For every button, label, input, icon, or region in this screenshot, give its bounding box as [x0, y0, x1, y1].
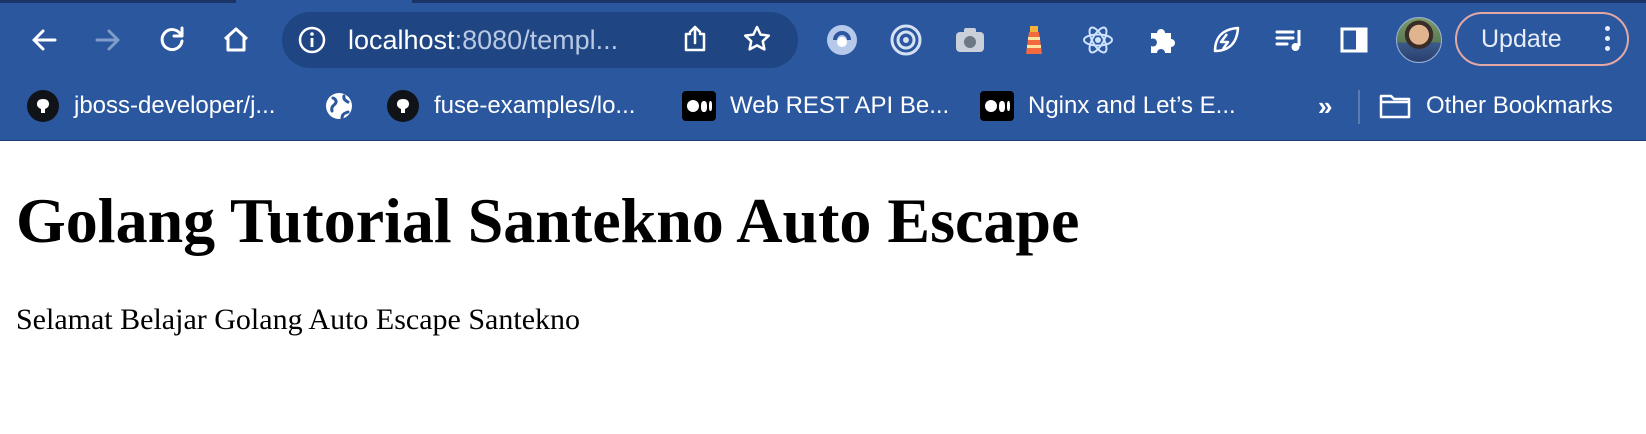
- home-button[interactable]: [216, 20, 256, 60]
- other-bookmarks-label: Other Bookmarks: [1426, 92, 1613, 119]
- folder-icon: [1378, 89, 1412, 123]
- bookmark-item[interactable]: fuse-examples/lo...: [386, 88, 635, 124]
- share-icon: [684, 25, 706, 52]
- star-icon: [743, 25, 771, 51]
- swirl-extension-icon: [827, 25, 857, 55]
- reload-icon: [160, 26, 184, 51]
- github-icon: [26, 89, 60, 123]
- lighthouse-extension-button[interactable]: [1014, 20, 1054, 60]
- kebab-menu-icon[interactable]: [1605, 26, 1611, 56]
- bookmark-item[interactable]: [322, 88, 370, 124]
- media-queue-icon: [1275, 30, 1301, 51]
- leaf-extension-icon: [1213, 26, 1240, 53]
- bookmark-item[interactable]: Web REST API Be...: [682, 88, 949, 124]
- page-heading: Golang Tutorial Santekno Auto Escape: [16, 185, 1080, 256]
- bookmark-item[interactable]: Nginx and Let’s E...: [980, 88, 1236, 124]
- leaf-extension-button[interactable]: [1206, 20, 1246, 60]
- bookmark-label: fuse-examples/lo...: [434, 92, 636, 119]
- bookmarks-overflow-chevron[interactable]: »: [1318, 88, 1332, 124]
- tab-strip-edge: [0, 0, 236, 3]
- arrow-left-icon: [32, 29, 57, 51]
- react-extension-button[interactable]: [1078, 20, 1118, 60]
- update-button-label: Update: [1481, 25, 1562, 53]
- github-icon: [386, 89, 420, 123]
- url-host: localhost: [348, 25, 455, 55]
- arrow-right-icon: [95, 29, 120, 51]
- bookmark-label: jboss-developer/j...: [74, 92, 276, 119]
- reload-button[interactable]: [152, 20, 192, 60]
- info-icon: [298, 26, 326, 54]
- media-queue-button[interactable]: [1270, 20, 1310, 60]
- toolbar-divider: [0, 140, 1646, 141]
- url-path: :8080/templ...: [454, 25, 619, 55]
- bookmark-item[interactable]: jboss-developer/j...: [26, 88, 275, 124]
- page-paragraph: Selamat Belajar Golang Auto Escape Sante…: [16, 303, 581, 336]
- target-extension-button[interactable]: [886, 20, 926, 60]
- puzzle-extension-icon: [1151, 29, 1175, 53]
- side-panel-icon: [1340, 27, 1368, 53]
- camera-extension-button[interactable]: [950, 20, 990, 60]
- bookmark-label: Web REST API Be...: [730, 92, 950, 119]
- browser-toolbar: localhost:8080/templ... Update jboss-dev…: [0, 0, 1646, 140]
- bookmark-label: Nginx and Let’s E...: [1028, 92, 1236, 119]
- update-button[interactable]: Update: [1455, 12, 1629, 66]
- other-bookmarks[interactable]: Other Bookmarks: [1378, 88, 1613, 124]
- tab-strip-edge: [412, 0, 1646, 3]
- address-url[interactable]: localhost:8080/templ...: [348, 26, 618, 54]
- address-bar[interactable]: localhost:8080/templ...: [282, 12, 798, 68]
- bookmarks-separator: [1358, 90, 1360, 124]
- swirl-extension-button[interactable]: [822, 20, 862, 60]
- medium-icon: [682, 89, 716, 123]
- globe-icon: [322, 89, 356, 123]
- site-info-button[interactable]: [298, 26, 326, 59]
- home-icon: [223, 27, 249, 52]
- lighthouse-extension-icon: [1026, 26, 1042, 54]
- share-button[interactable]: [680, 24, 710, 59]
- extensions-menu-button[interactable]: [1142, 20, 1182, 60]
- forward-button[interactable]: [88, 20, 128, 60]
- react-extension-icon: [1083, 26, 1113, 54]
- camera-extension-icon: [956, 28, 984, 52]
- bookmark-star-button[interactable]: [742, 24, 772, 59]
- medium-icon: [980, 89, 1014, 123]
- target-extension-icon: [890, 24, 922, 56]
- side-panel-button[interactable]: [1334, 20, 1374, 60]
- profile-avatar[interactable]: [1396, 17, 1442, 63]
- back-button[interactable]: [24, 20, 64, 60]
